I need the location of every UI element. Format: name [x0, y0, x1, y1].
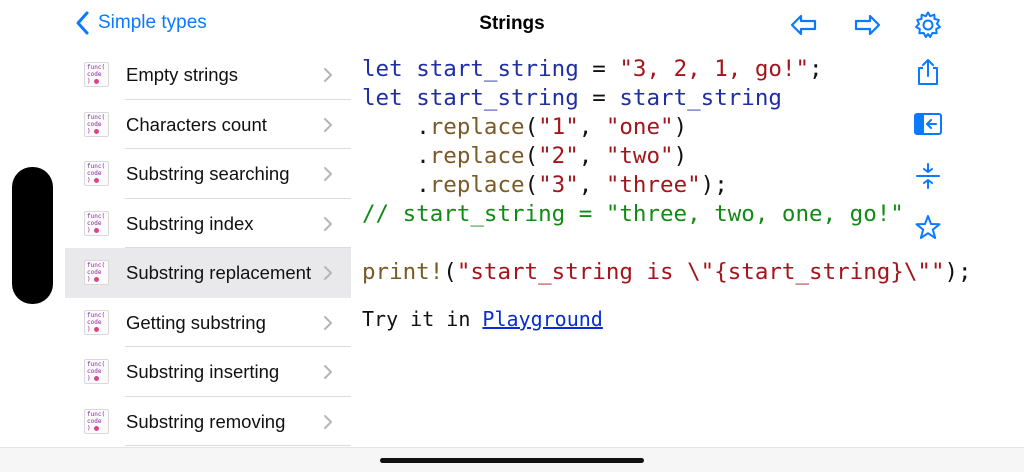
code-line: .replace("3", "three"); [416, 172, 728, 198]
list-item-label: Substring removing [126, 410, 286, 432]
list-item-substring-replacement[interactable]: func(code) Substring replacement [65, 248, 351, 298]
chevron-right-icon [324, 315, 332, 330]
list-item-label: Substring searching [126, 163, 290, 185]
code-thumbnail-icon: func(code) [84, 210, 109, 236]
star-icon[interactable] [913, 212, 943, 242]
chevron-right-icon [324, 266, 332, 280]
list-item-label: Substring replacement [126, 262, 312, 284]
gear-icon[interactable] [913, 10, 943, 40]
chevron-right-icon [324, 216, 332, 231]
try-playground: Try it in Playground [362, 307, 603, 331]
list-item-label: Getting substring [126, 311, 266, 333]
chevron-right-icon [324, 414, 332, 429]
divider [125, 445, 351, 446]
code-thumbnail-icon: func(code) [84, 161, 109, 186]
code-thumbnail-icon: func(code) [84, 408, 109, 434]
code-thumbnail-icon: func(code) [84, 309, 109, 335]
code-line: .replace("1", "one") [416, 114, 688, 140]
sidebar-toggle-icon[interactable] [913, 109, 943, 139]
list-item-empty-strings[interactable]: func(code) Empty strings [65, 50, 351, 100]
chevron-right-icon [324, 117, 332, 132]
try-prefix: Try it in [362, 307, 483, 331]
code-line: let start_string = "3, 2, 1, go!"; [362, 56, 823, 82]
chevron-right-icon [324, 365, 332, 379]
code-thumbnail-icon: func(code) [84, 111, 109, 137]
code-thumbnail-icon: func(code) [84, 359, 109, 384]
playground-link[interactable]: Playground [482, 307, 602, 331]
code-thumbnail-icon: func(code) [84, 260, 109, 285]
list-item-substring-removing[interactable]: func(code) Substring removing [65, 397, 351, 446]
list-item-label: Substring index [126, 212, 254, 234]
code-comment: // start_string = "three, two, one, go!" [362, 201, 904, 227]
arrow-left-icon[interactable] [789, 10, 819, 40]
code-thumbnail-icon: func(code) [84, 62, 109, 87]
navigation-bar: Simple types Strings [0, 0, 1024, 50]
code-line: .replace("2", "two") [416, 143, 688, 169]
topic-list: func(code) Empty strings func(code) Char… [65, 50, 351, 448]
list-item-substring-inserting[interactable]: func(code) Substring inserting [65, 347, 351, 397]
arrow-right-icon[interactable] [852, 10, 882, 40]
chevron-right-icon [324, 167, 332, 181]
list-item-label: Substring inserting [126, 361, 280, 383]
list-item-substring-index[interactable]: func(code) Substring index [65, 199, 351, 248]
list-item-label: Empty strings [126, 64, 239, 86]
chevron-right-icon [324, 68, 332, 82]
list-item-characters-count[interactable]: func(code) Characters count [65, 100, 351, 149]
list-item-getting-substring[interactable]: func(code) Getting substring [65, 298, 351, 347]
collapse-icon[interactable] [913, 161, 943, 191]
list-item-label: Characters count [126, 113, 267, 135]
code-line: print!("start_string is \"{start_string}… [362, 259, 972, 285]
code-line: let start_string = start_string [362, 85, 782, 111]
list-item-substring-searching[interactable]: func(code) Substring searching [65, 149, 351, 199]
share-icon[interactable] [913, 57, 943, 87]
side-handle[interactable] [12, 167, 53, 304]
home-indicator[interactable] [380, 458, 644, 463]
